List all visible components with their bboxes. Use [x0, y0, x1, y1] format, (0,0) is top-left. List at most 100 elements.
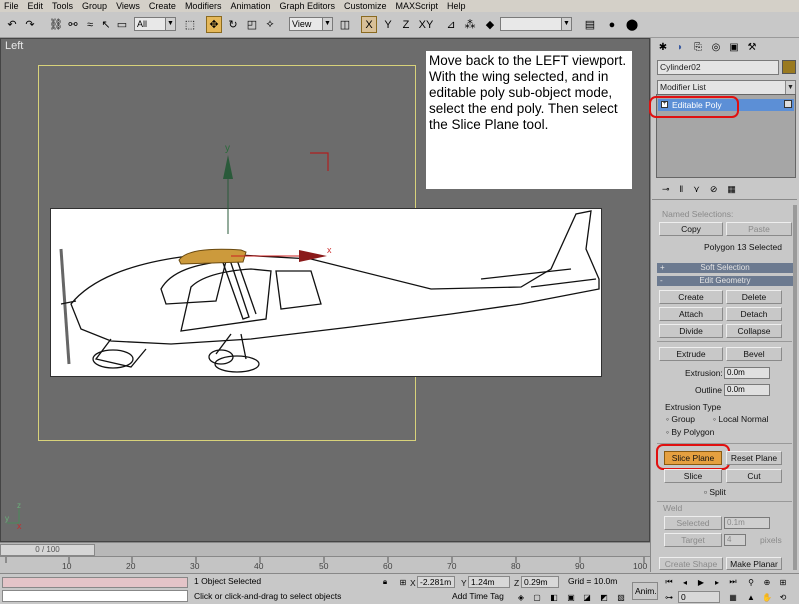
menu-customize[interactable]: Customize [344, 1, 387, 11]
utilities-tab-icon[interactable]: ⚒ [745, 40, 759, 54]
menu-animation[interactable]: Animation [230, 1, 270, 11]
goto-start-icon[interactable]: ⏮ [662, 576, 676, 588]
select-move-icon[interactable]: ✥ [206, 16, 222, 33]
maxscript-listener-mini[interactable] [2, 577, 188, 588]
axis-x-icon[interactable]: X [361, 16, 377, 33]
menu-file[interactable]: File [4, 1, 19, 11]
lock-selection-icon[interactable]: 🔒︎ [378, 576, 392, 588]
attach-button[interactable]: Attach [659, 307, 723, 321]
time-slider[interactable]: 0 / 100 [0, 544, 95, 556]
slice-button[interactable]: Slice [664, 469, 722, 483]
move-gizmo-y-axis[interactable]: y [216, 139, 246, 239]
remove-modifier-icon[interactable]: ⊘ [710, 184, 718, 196]
left-viewport[interactable]: Left x y Move back to the LEFT viewport.… [0, 38, 650, 542]
maxscript-input[interactable] [2, 590, 188, 602]
current-frame-field[interactable]: 0 [678, 591, 720, 603]
zoom-all-icon[interactable]: ⊕ [760, 576, 774, 588]
split-checkbox[interactable]: ▫ Split [704, 487, 726, 497]
render-scene-icon[interactable]: ⬤ [624, 16, 640, 33]
zoom-extents-icon[interactable]: ⊞ [776, 576, 790, 588]
time-slider-track[interactable]: 0 / 100 [0, 542, 650, 556]
menu-modifiers[interactable]: Modifiers [185, 1, 222, 11]
curve-editor-icon[interactable]: ▤ [582, 16, 598, 33]
menu-tools[interactable]: Tools [52, 1, 73, 11]
menu-group[interactable]: Group [82, 1, 107, 11]
reset-plane-button[interactable]: Reset Plane [726, 451, 782, 465]
viewport-icon-2[interactable]: ▢ [530, 591, 544, 603]
weld-selected-button[interactable]: Selected [664, 516, 722, 530]
target-button[interactable]: Target [664, 533, 722, 547]
weld-threshold-spinner[interactable]: 0.1m [724, 517, 770, 529]
rect-selection-icon[interactable]: ⬚ [182, 16, 198, 33]
track-bar[interactable]: 10 20 30 40 50 60 70 80 90 100 [0, 556, 650, 573]
axis-xy-icon[interactable]: XY [418, 16, 434, 33]
outline-spinner[interactable]: 0.0m [724, 384, 770, 396]
zoom-icon[interactable]: ⚲ [744, 576, 758, 588]
select-scale-icon[interactable]: ◰ [244, 16, 260, 33]
axis-z-icon[interactable]: Z [398, 16, 414, 33]
undo-icon[interactable]: ↶ [4, 16, 20, 33]
object-color-swatch[interactable] [782, 60, 796, 74]
select-manipulate-icon[interactable]: ⟡ [262, 16, 278, 33]
pan-icon[interactable]: ✋ [760, 591, 774, 603]
extrusion-spinner[interactable]: 0.0m [724, 367, 770, 379]
x-coord-field[interactable]: -2.281m [417, 576, 455, 588]
link-icon[interactable]: ⛓ [48, 16, 64, 33]
y-coord-field[interactable]: 1.24m [468, 576, 510, 588]
redo-icon[interactable]: ↷ [22, 16, 38, 33]
local-normal-radio[interactable]: ◦ Local Normal [713, 414, 768, 424]
modify-tab-icon[interactable]: ◗ [673, 40, 687, 54]
fov-icon[interactable]: ▲ [744, 591, 758, 603]
viewport-icon-7[interactable]: ▧ [614, 591, 628, 603]
material-editor-icon[interactable]: ● [604, 16, 620, 33]
select-object-icon[interactable]: ↖ [98, 16, 114, 33]
prev-frame-icon[interactable]: ◂ [678, 576, 692, 588]
menu-edit[interactable]: Edit [28, 1, 44, 11]
mirror-icon[interactable]: ⊿ [443, 16, 459, 33]
divide-button[interactable]: Divide [659, 324, 723, 338]
bind-spacewarp-icon[interactable]: ≈ [82, 16, 98, 33]
select-by-name-icon[interactable]: ▭ [114, 16, 130, 33]
menu-views[interactable]: Views [116, 1, 140, 11]
viewport-icon-1[interactable]: ◈ [514, 591, 528, 603]
extrude-button[interactable]: Extrude [659, 347, 723, 361]
unlink-icon[interactable]: ⚯ [65, 16, 81, 33]
viewport-icon-6[interactable]: ◩ [597, 591, 611, 603]
array-icon[interactable]: ⁂ [462, 16, 478, 33]
next-frame-icon[interactable]: ▸ [710, 576, 724, 588]
arc-rotate-icon[interactable]: ⟲ [776, 591, 790, 603]
viewport-icon-4[interactable]: ▣ [564, 591, 578, 603]
soft-selection-rollout[interactable]: + Soft Selection [657, 263, 793, 273]
selection-filter-dropdown[interactable]: All ▼ [134, 17, 176, 31]
detach-button[interactable]: Detach [726, 307, 782, 321]
group-radio[interactable]: ◦ Group [666, 414, 695, 424]
cut-button[interactable]: Cut [726, 469, 782, 483]
pivot-center-icon[interactable]: ◫ [337, 16, 353, 33]
modifier-list-dropdown[interactable]: Modifier List ▼ [657, 80, 796, 95]
select-rotate-icon[interactable]: ↻ [225, 16, 241, 33]
by-polygon-radio[interactable]: ◦ By Polygon [666, 427, 714, 437]
add-time-tag-button[interactable]: Add Time Tag [450, 591, 510, 603]
animate-mode-button[interactable]: Anim. [632, 582, 658, 600]
viewport-icon-3[interactable]: ◧ [547, 591, 561, 603]
target-pixels-spinner[interactable]: 4 [724, 534, 746, 546]
create-button[interactable]: Create [659, 290, 723, 304]
key-mode-icon[interactable]: ⊶ [662, 591, 676, 603]
stack-checkbox[interactable] [784, 100, 792, 108]
create-tab-icon[interactable]: ✱ [656, 40, 670, 54]
display-tab-icon[interactable]: ▣ [727, 40, 741, 54]
menu-graph-editors[interactable]: Graph Editors [279, 1, 335, 11]
menu-maxscript[interactable]: MAXScript [396, 1, 439, 11]
play-icon[interactable]: ▶ [694, 576, 708, 588]
delete-button[interactable]: Delete [726, 290, 782, 304]
viewport-label[interactable]: Left [5, 40, 23, 52]
align-icon[interactable]: ◆ [482, 16, 498, 33]
show-end-result-icon[interactable]: ‖ [680, 184, 684, 196]
goto-end-icon[interactable]: ⏭ [726, 576, 740, 588]
hierarchy-tab-icon[interactable]: ⎘ [691, 40, 705, 54]
make-unique-icon[interactable]: ⋎ [693, 184, 700, 196]
motion-tab-icon[interactable]: ◎ [709, 40, 723, 54]
edit-geometry-rollout[interactable]: - Edit Geometry [657, 276, 793, 286]
ref-coord-dropdown[interactable]: View ▼ [289, 17, 333, 31]
menu-create[interactable]: Create [149, 1, 176, 11]
